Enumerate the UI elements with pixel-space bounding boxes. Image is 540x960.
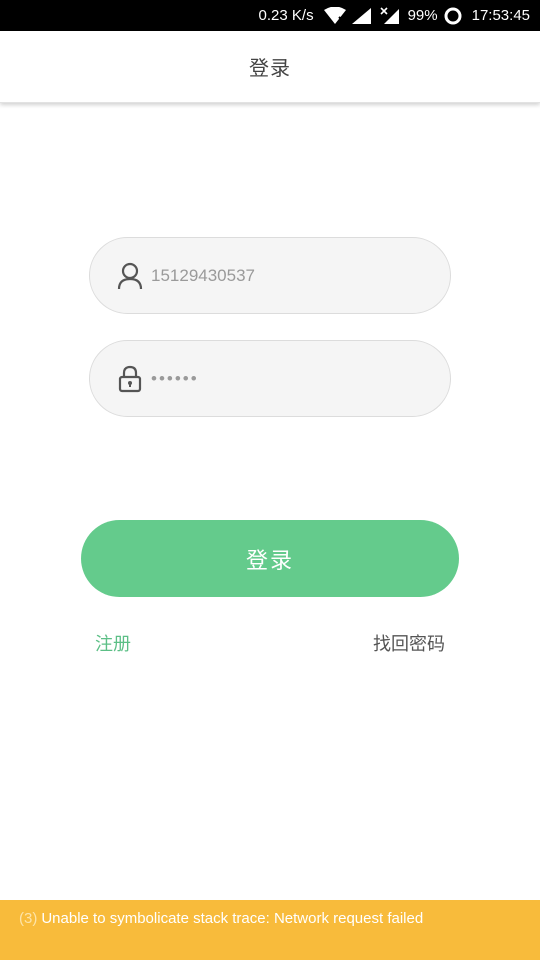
cell-signal-icon [351, 7, 374, 25]
username-field[interactable] [89, 237, 451, 314]
warning-count: (3) [19, 910, 38, 927]
password-field[interactable] [89, 340, 451, 417]
status-time: 17:53:45 [471, 7, 530, 24]
battery-percentage: 99% [407, 7, 438, 24]
login-button[interactable]: 登录 [81, 520, 459, 597]
username-input[interactable] [151, 260, 421, 291]
cell-signal-no-data-icon [380, 6, 402, 25]
app-header: 登录 [0, 31, 540, 103]
status-bar: 0.23 K/s 99% 17:53:45 [0, 0, 540, 31]
page-title: 登录 [249, 56, 291, 80]
password-input[interactable] [151, 363, 421, 394]
warning-message: Unable to symbolicate stack trace: Netwo… [41, 910, 424, 927]
yellow-box-warning[interactable]: (3) Unable to symbolicate stack trace: Ne… [0, 900, 540, 960]
wifi-icon [323, 6, 346, 25]
register-link[interactable]: 注册 [95, 630, 131, 656]
lock-icon [117, 365, 143, 393]
user-icon [117, 262, 143, 290]
forgot-password-link[interactable]: 找回密码 [373, 630, 445, 656]
battery-ring-icon [444, 7, 462, 25]
network-speed: 0.23 K/s [258, 7, 314, 24]
